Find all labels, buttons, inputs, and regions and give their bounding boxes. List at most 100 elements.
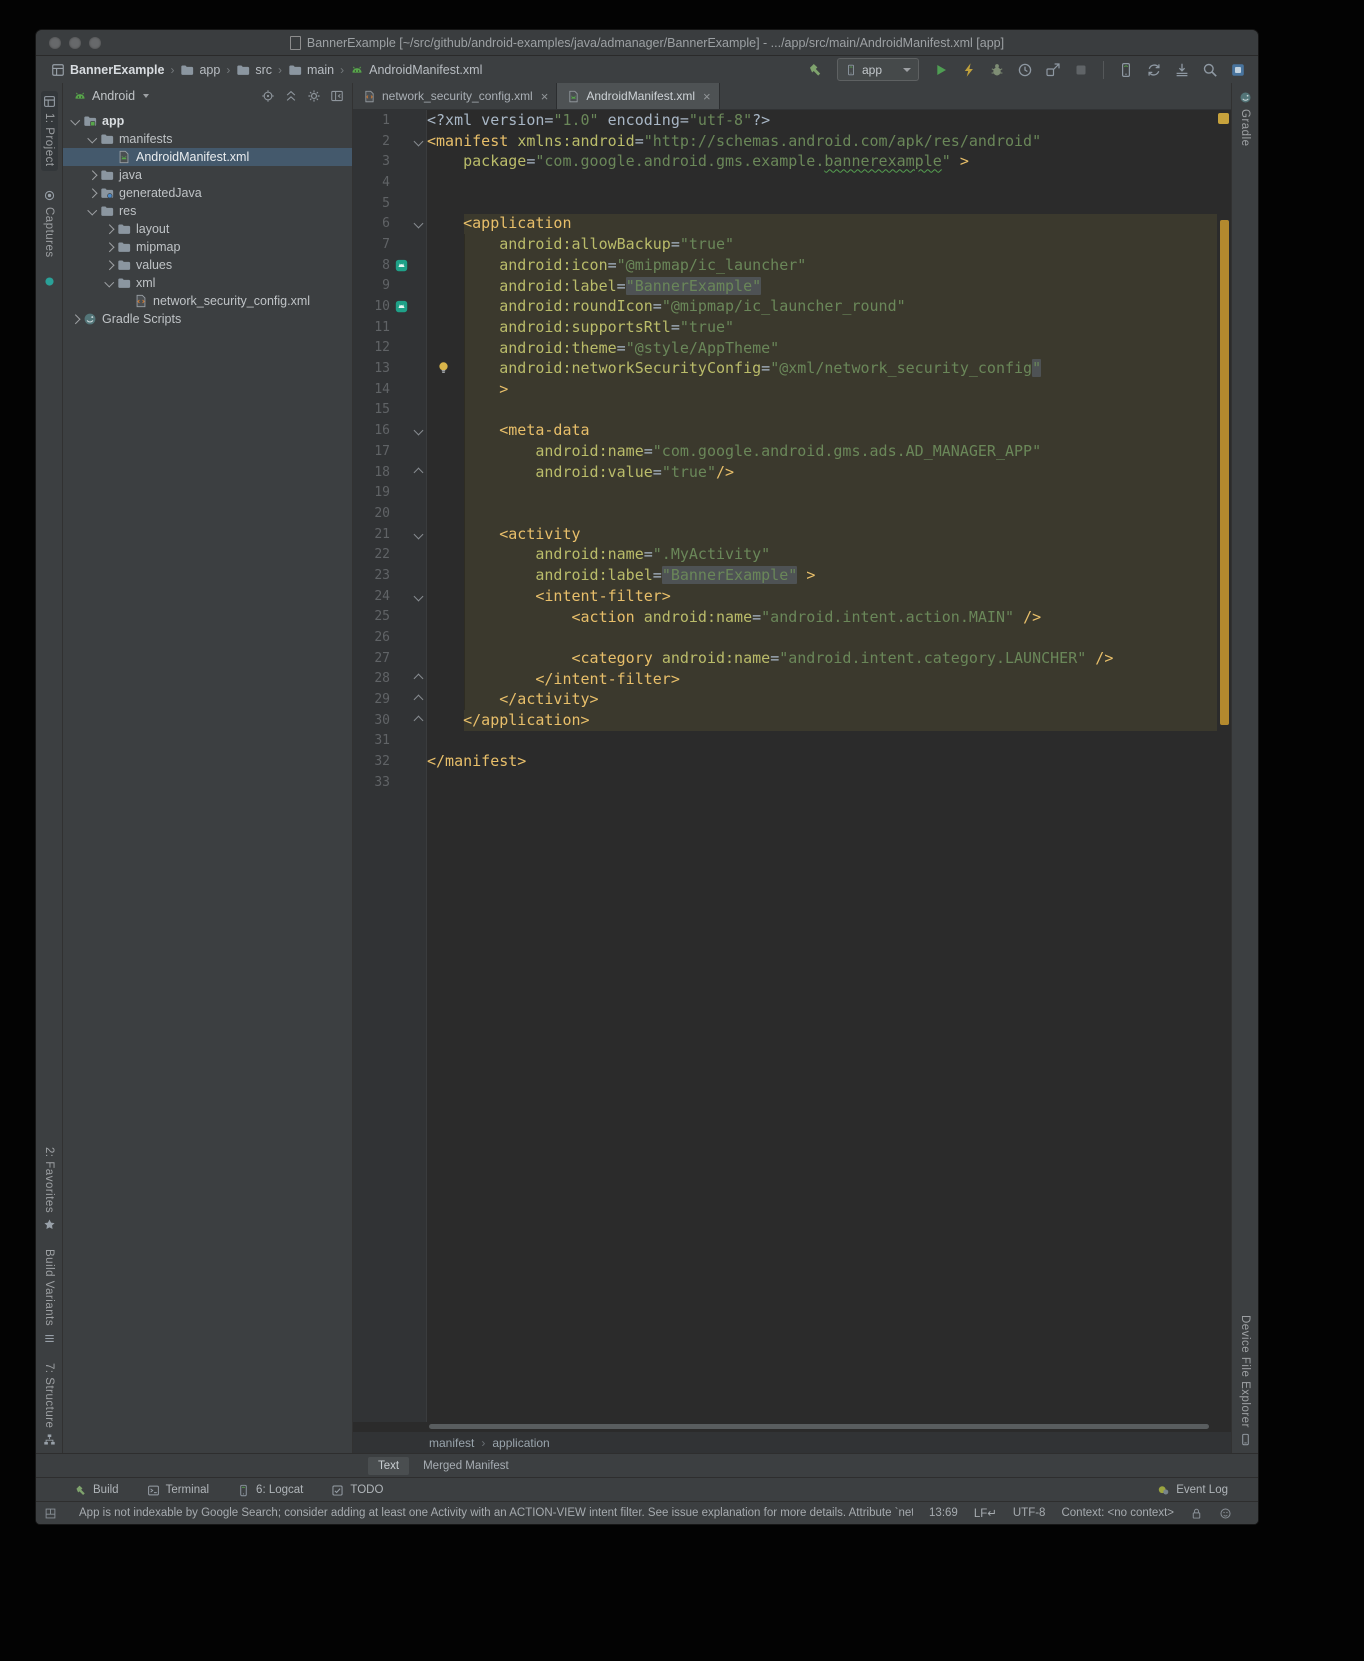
launcher-icon-preview[interactable] <box>392 258 411 273</box>
tree-item-java[interactable]: java <box>63 166 352 184</box>
fold-marker-icon[interactable] <box>413 219 423 229</box>
minimize-window-button[interactable] <box>69 37 81 49</box>
tree-item-generatedjava[interactable]: generatedJava <box>63 184 352 202</box>
zoom-window-button[interactable] <box>89 37 101 49</box>
code-text[interactable]: <action android:name="android.intent.act… <box>427 607 1041 628</box>
tree-item-values[interactable]: values <box>63 256 352 274</box>
locate-target-icon[interactable] <box>261 89 275 103</box>
tree-item-res[interactable]: res <box>63 202 352 220</box>
profile-icon[interactable] <box>1013 58 1037 82</box>
debug-icon[interactable] <box>985 58 1009 82</box>
tab-network-security-config[interactable]: network_security_config.xml× <box>353 83 557 109</box>
stop-icon[interactable] <box>1069 58 1093 82</box>
code-text[interactable]: <activity <box>427 524 581 545</box>
breadcrumb-item-main[interactable]: main <box>285 61 337 79</box>
sync-project-icon[interactable] <box>1142 58 1166 82</box>
search-everywhere-icon[interactable] <box>1198 58 1222 82</box>
code-text[interactable]: android:name="com.google.android.gms.ads… <box>427 441 1041 462</box>
close-window-button[interactable] <box>49 37 61 49</box>
readonly-lock-icon[interactable] <box>1190 1507 1203 1520</box>
editor-view-tab-merged-manifest[interactable]: Merged Manifest <box>413 1457 519 1475</box>
avd-manager-icon[interactable] <box>1114 58 1138 82</box>
collapsed-arrow-icon[interactable] <box>69 316 82 323</box>
line-separator-indicator[interactable]: LF↵ <box>974 1506 997 1520</box>
tree-item-androidmanifest-xml[interactable]: AndroidManifest.xml <box>63 148 352 166</box>
code-text[interactable]: android:allowBackup="true" <box>427 234 734 255</box>
sdk-manager-icon[interactable] <box>1170 58 1194 82</box>
collapse-all-icon[interactable] <box>284 89 298 103</box>
fold-marker-icon[interactable] <box>413 529 423 539</box>
project-stripe-button[interactable]: 1: Project <box>41 91 58 171</box>
code-text[interactable]: </application> <box>427 710 590 731</box>
logcat-tool-button[interactable]: 6: Logcat <box>237 1484 303 1497</box>
expanded-arrow-icon[interactable] <box>103 281 116 286</box>
todo-tool-button[interactable]: TODO <box>331 1484 383 1497</box>
horizontal-scrollbar-thumb[interactable] <box>429 1424 1209 1429</box>
code-text[interactable]: android:networkSecurityConfig="@xml/netw… <box>427 358 1041 379</box>
context-indicator[interactable]: Context: <no context> <box>1061 1507 1174 1519</box>
breadcrumb-item-app[interactable]: app <box>177 61 223 79</box>
settings-gear-icon[interactable] <box>307 89 321 103</box>
title-bar[interactable]: BannerExample [~/src/github/android-exam… <box>36 30 1258 56</box>
file-encoding-indicator[interactable]: UTF-8 <box>1013 1507 1046 1519</box>
code-text[interactable]: package="com.google.android.gms.example.… <box>427 151 969 172</box>
collapsed-arrow-icon[interactable] <box>103 244 116 251</box>
collapsed-arrow-icon[interactable] <box>86 172 99 179</box>
tree-item-app[interactable]: app <box>63 112 352 130</box>
build-variants-stripe-button[interactable]: Build Variants <box>43 1249 56 1344</box>
event-log-button[interactable]: Event Log <box>1157 1484 1228 1497</box>
code-text[interactable]: > <box>427 379 508 400</box>
hide-panel-icon[interactable] <box>330 89 344 103</box>
toolwindow-switcher-icon[interactable] <box>44 1507 57 1520</box>
tree-item-network-security-config-xml[interactable]: network_security_config.xml <box>63 292 352 310</box>
build-hammer-icon[interactable] <box>803 58 827 82</box>
code-text[interactable]: <?xml version="1.0" encoding="utf-8"?> <box>427 110 770 131</box>
code-text[interactable]: </activity> <box>427 689 599 710</box>
gradle-stripe-button[interactable]: Gradle <box>1239 91 1252 147</box>
code-text[interactable]: android:theme="@style/AppTheme" <box>427 338 779 359</box>
editor-body[interactable]: 1<?xml version="1.0" encoding="utf-8"?>2… <box>353 110 1231 1422</box>
collapsed-arrow-icon[interactable] <box>86 190 99 197</box>
tree-item-gradle-scripts[interactable]: Gradle Scripts <box>63 310 352 328</box>
code-text[interactable]: <category android:name="android.intent.c… <box>427 648 1113 669</box>
structure-stripe-button[interactable]: 7: Structure <box>43 1363 56 1446</box>
tree-item-layout[interactable]: layout <box>63 220 352 238</box>
project-view-selector[interactable]: Android <box>73 89 149 103</box>
close-tab-icon[interactable]: × <box>541 89 549 104</box>
fold-marker-icon[interactable] <box>413 695 423 705</box>
fold-marker-icon[interactable] <box>413 674 423 684</box>
device-file-explorer-stripe-button[interactable]: Device File Explorer <box>1239 1315 1252 1446</box>
horizontal-scrollbar[interactable] <box>353 1422 1231 1432</box>
editor-view-tab-text[interactable]: Text <box>368 1457 409 1475</box>
apply-changes-icon[interactable] <box>957 58 981 82</box>
tree-item-xml[interactable]: xml <box>63 274 352 292</box>
scrollbar-highlight-marker[interactable] <box>1220 220 1229 726</box>
code-text[interactable]: </manifest> <box>427 751 526 772</box>
breadcrumb-item-androidmanifest-xml[interactable]: AndroidManifest.xml <box>347 61 485 79</box>
build-tool-button[interactable]: Build <box>74 1484 119 1497</box>
captures-stripe-button[interactable]: Captures <box>43 189 56 258</box>
collapsed-arrow-icon[interactable] <box>103 262 116 269</box>
code-text[interactable]: <application <box>427 213 572 234</box>
fold-marker-icon[interactable] <box>413 426 423 436</box>
inspections-profile-icon[interactable] <box>1219 1507 1232 1520</box>
collapsed-arrow-icon[interactable] <box>103 226 116 233</box>
tree-item-manifests[interactable]: manifests <box>63 130 352 148</box>
favorites-stripe-button[interactable]: 2: Favorites <box>43 1147 56 1231</box>
fold-marker-icon[interactable] <box>413 467 423 477</box>
code-text[interactable]: <meta-data <box>427 420 590 441</box>
run-icon[interactable] <box>929 58 953 82</box>
code-text[interactable]: android:supportsRtl="true" <box>427 317 734 338</box>
fold-marker-icon[interactable] <box>413 591 423 601</box>
code-text[interactable]: android:label="BannerExample" <box>427 276 761 297</box>
attach-debugger-icon[interactable] <box>1041 58 1065 82</box>
intention-bulb-icon[interactable] <box>436 360 451 376</box>
launcher-icon-preview[interactable] <box>392 299 411 314</box>
profiler-stripe-button[interactable] <box>43 275 56 288</box>
expanded-arrow-icon[interactable] <box>86 209 99 214</box>
toolbar-window-icon[interactable] <box>1226 58 1250 82</box>
expanded-arrow-icon[interactable] <box>86 137 99 142</box>
code-text[interactable]: <manifest xmlns:android="http://schemas.… <box>427 131 1041 152</box>
fold-marker-icon[interactable] <box>413 715 423 725</box>
code-text[interactable]: android:roundIcon="@mipmap/ic_launcher_r… <box>427 296 906 317</box>
